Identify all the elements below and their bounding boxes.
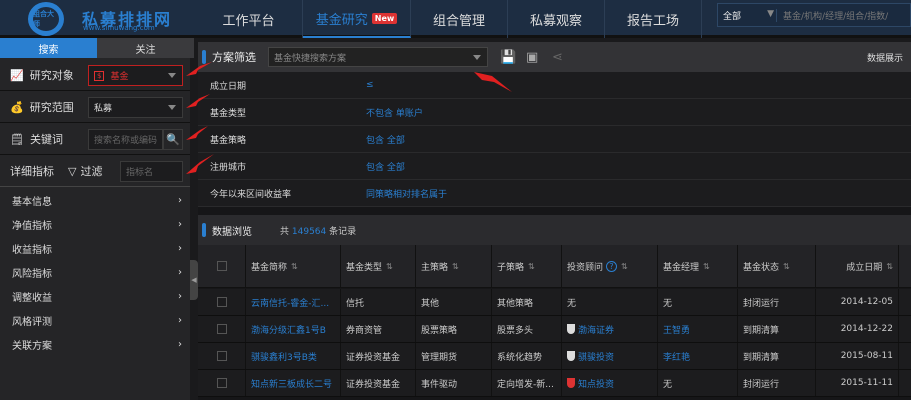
red-arrow	[186, 126, 208, 140]
red-arrow	[186, 62, 212, 76]
red-arrow	[186, 154, 214, 174]
red-arrow	[186, 94, 210, 108]
red-arrow	[474, 72, 512, 92]
annotation-arrows	[186, 62, 512, 174]
